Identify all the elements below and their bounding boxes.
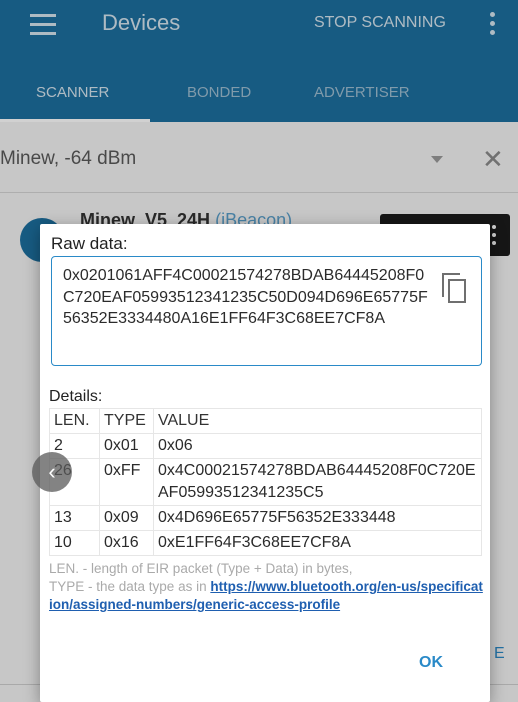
column-header-len: LEN. [49,408,100,434]
cell-value: 0xE1FF64F3C68EE7CF8A [153,530,482,556]
footnote-type: TYPE - the data type as in [49,579,211,594]
details-title: Details: [49,388,103,405]
cell-value: 0x06 [153,433,482,459]
cell-type: 0x09 [99,505,154,531]
footnote-len: LEN. - length of EIR packet (Type + Data… [49,561,353,576]
cell-type: 0x16 [99,530,154,556]
table-row: 2 0x01 0x06 [49,433,482,459]
column-header-value: VALUE [153,408,482,434]
table-row: 13 0x09 0x4D696E65775F56352E333448 [49,505,482,531]
raw-data-field[interactable]: 0x0201061AFF4C00021574278BDAB64445208F0C… [51,256,482,366]
copy-icon[interactable] [442,273,470,307]
raw-data-title: Raw data: [51,234,128,253]
back-arrow-icon[interactable]: ‹ [32,452,72,492]
column-header-type: TYPE [99,408,154,434]
details-table: LEN. TYPE VALUE 2 0x01 0x06 26 0xFF 0x4C… [49,408,482,556]
cell-value: 0x4C00021574278BDAB64445208F0C720EAF0599… [153,458,482,506]
cell-len: 10 [49,530,100,556]
cell-len: 13 [49,505,100,531]
table-header-row: LEN. TYPE VALUE [49,408,482,434]
raw-data-value[interactable]: 0x0201061AFF4C00021574278BDAB64445208F0C… [63,265,433,330]
cell-type: 0x01 [99,433,154,459]
table-row: 10 0x16 0xE1FF64F3C68EE7CF8A [49,530,482,556]
cell-value: 0x4D696E65775F56352E333448 [153,505,482,531]
table-row: 26 0xFF 0x4C00021574278BDAB64445208F0C72… [49,458,482,506]
ok-button[interactable]: OK [406,654,456,678]
cell-type: 0xFF [99,458,154,506]
footnote: LEN. - length of EIR packet (Type + Data… [49,560,485,614]
raw-data-dialog: Raw data: 0x0201061AFF4C00021574278BDAB6… [40,224,490,702]
